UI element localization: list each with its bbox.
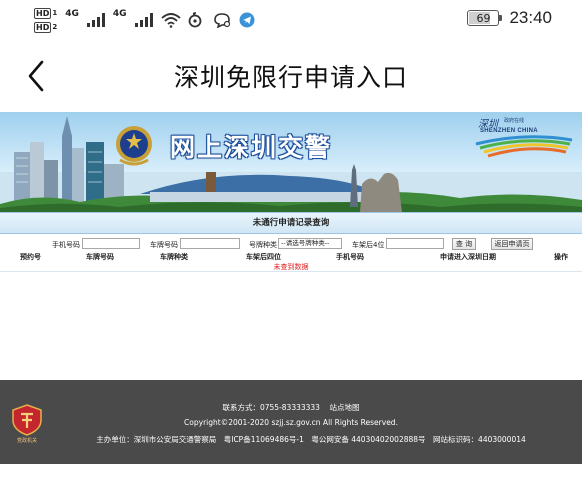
plate-type-select-value: --请选号牌种类-- [281, 239, 330, 247]
phone-input[interactable] [82, 238, 140, 249]
status-bar-left: HD 1 HD 2 4G 4G [34, 4, 257, 36]
plate-type-select[interactable]: --请选号牌种类-- [278, 238, 342, 249]
host-info-text: 主办单位：深圳市公安局交通警察局 粤ICP备11069486号-1 粤公网安备 … [96, 435, 526, 444]
back-to-apply-button[interactable]: 返回申请页 [491, 238, 533, 250]
site-banner: 网上深圳交警 深圳 政府在线 SHENZHEN CHINA [0, 112, 582, 212]
plate-input[interactable] [180, 238, 240, 249]
vin-input[interactable] [386, 238, 444, 249]
site-footer: 党政机关 联系方式：0755-83333333 站点地图 Copyright©2… [0, 380, 582, 464]
hd1-badge: HD 1 [34, 7, 58, 19]
plate-type-label: 号牌种类 [249, 241, 277, 249]
clock: 23:40 [509, 8, 552, 27]
phone-label: 手机号码 [52, 241, 80, 249]
nfc-icon [187, 12, 205, 28]
hd2-badge: HD 2 [34, 21, 58, 33]
title-bar: 深圳免限行申请入口 [0, 40, 582, 112]
table-header-row: 预约号 车牌号码 车牌种类 车架后四位 手机号码 申请进入深圳日期 操作 [0, 252, 582, 262]
col-action: 操作 [554, 253, 568, 261]
hd1-label: HD [34, 7, 52, 19]
query-button[interactable]: 查 询 [452, 238, 476, 250]
status-bar-right: 69 23:40 [467, 8, 552, 28]
wifi-icon [160, 12, 181, 28]
banner-title: 网上深圳交警 [170, 133, 333, 162]
col-phone: 手机号码 [336, 253, 364, 261]
page-title: 深圳免限行申请入口 [173, 63, 408, 92]
col-plate-no: 车牌号码 [86, 253, 114, 261]
badge-caption: 党政机关 [16, 438, 37, 444]
status-bar: HD 1 HD 2 4G 4G 69 23:40 [0, 0, 582, 40]
col-plate-type: 车牌种类 [160, 253, 188, 261]
chat-icon [213, 12, 231, 29]
network-type-2: 4G [112, 9, 127, 19]
section-title: 未通行申请记录查询 [0, 212, 582, 234]
col-vin-last4: 车架后四位 [246, 253, 281, 261]
plate-label: 车牌号码 [150, 241, 178, 249]
shenzhen-gov-logo[interactable]: 深圳 政府在线 SHENZHEN CHINA [474, 114, 574, 164]
sitemap-link[interactable]: 站点地图 [330, 403, 360, 412]
hd-indicators: HD 1 HD 2 [34, 7, 58, 33]
hd2-sub: 2 [52, 23, 58, 31]
signal-1-icon [86, 13, 105, 27]
footer-contact-line: 联系方式：0755-83333333 站点地图 [0, 402, 582, 413]
contact-text: 联系方式：0755-83333333 [222, 403, 320, 412]
filter-row: 手机号码 车牌号码 号牌种类 --请选号牌种类-- 车架后4位 查 询 返回申请… [0, 238, 582, 252]
col-entry-date: 申请进入深圳日期 [440, 253, 496, 261]
table-divider [0, 271, 582, 272]
battery-level: 69 [476, 11, 491, 25]
logo-gov: 政府在线 [504, 118, 525, 124]
signal-2-icon [134, 13, 153, 27]
hd1-sub: 1 [52, 9, 58, 17]
logo-en: SHENZHEN CHINA [480, 128, 538, 134]
battery-icon: 69 [467, 10, 503, 26]
network-type-1: 4G [65, 9, 79, 19]
hd2-label: HD [34, 21, 52, 33]
copyright-text: Copyright©2001-2020 szjj.sz.gov.cn All R… [184, 418, 398, 427]
vin-label: 车架后4位 [352, 241, 385, 249]
telegram-icon [239, 12, 257, 28]
col-reservation-no: 预约号 [20, 253, 41, 261]
